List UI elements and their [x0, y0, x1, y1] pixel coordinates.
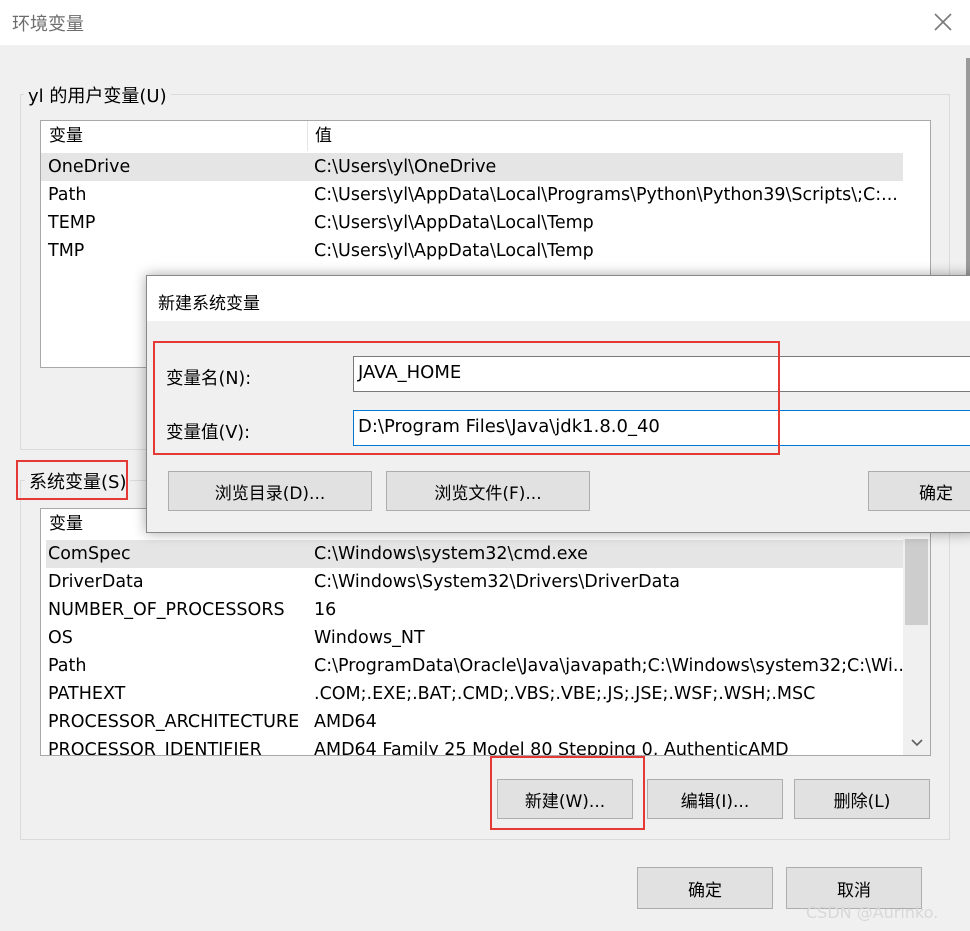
list-item[interactable]: ComSpec C:\Windows\system32\cmd.exe: [46, 540, 904, 568]
ok-button[interactable]: 确定: [637, 867, 773, 909]
list-item[interactable]: OneDrive C:\Users\yl\OneDrive: [41, 153, 903, 181]
var-name: DriverData: [48, 572, 144, 592]
var-value: 16: [314, 600, 337, 620]
close-icon[interactable]: [932, 11, 954, 33]
scrollbar-thumb[interactable]: [905, 539, 928, 625]
var-name: ComSpec: [48, 544, 131, 564]
watermark: CSDN @Aurinko.: [806, 903, 939, 922]
var-name: TMP: [48, 241, 85, 261]
var-value: AMD64: [314, 712, 377, 732]
window-title: 环境变量: [12, 14, 84, 35]
var-value: C:\Users\yl\AppData\Local\Temp: [314, 213, 594, 233]
dialog-title: 新建系统变量: [158, 294, 260, 314]
right-edge: [966, 58, 970, 308]
var-value: C:\Users\yl\OneDrive: [314, 157, 497, 177]
highlight-box-new-button: [490, 756, 645, 830]
list-item[interactable]: TEMP C:\Users\yl\AppData\Local\Temp: [41, 209, 903, 237]
column-header-name[interactable]: 变量: [49, 509, 83, 539]
list-item[interactable]: PROCESSOR_IDENTIFIER AMD64 Family 25 Mod…: [46, 736, 904, 756]
list-item[interactable]: PATHEXT .COM;.EXE;.BAT;.CMD;.VBS;.VBE;.J…: [46, 680, 904, 708]
chevron-down-icon[interactable]: [909, 735, 925, 749]
title-bar: [0, 0, 970, 45]
var-name: PATHEXT: [48, 684, 126, 704]
var-name: Path: [48, 185, 87, 205]
var-name: PROCESSOR_ARCHITECTURE: [48, 712, 300, 732]
list-item[interactable]: OS Windows_NT: [46, 624, 904, 652]
var-name: OneDrive: [48, 157, 131, 177]
var-value: .COM;.EXE;.BAT;.CMD;.VBS;.VBE;.JS;.JSE;.…: [314, 684, 816, 704]
var-value: Windows_NT: [314, 628, 425, 648]
dialog-ok-button[interactable]: 确定: [868, 471, 970, 511]
vertical-scrollbar[interactable]: [903, 539, 930, 755]
var-value: C:\Users\yl\AppData\Local\Temp: [314, 241, 594, 261]
new-variable-dialog: 新建系统变量 变量名(N): JAVA_HOME 变量值(V): D:\Prog…: [146, 275, 970, 533]
system-vars-list[interactable]: 变量 ComSpec C:\Windows\system32\cmd.exe D…: [40, 508, 931, 756]
var-value: C:\ProgramData\Oracle\Java\javapath;C:\W…: [314, 656, 910, 676]
edit-variable-button[interactable]: 编辑(I)...: [647, 779, 783, 819]
var-value: AMD64 Family 25 Model 80 Stepping 0, Aut…: [314, 740, 789, 756]
list-item[interactable]: TMP C:\Users\yl\AppData\Local\Temp: [41, 237, 903, 265]
highlight-box-inputs: [153, 341, 780, 455]
delete-variable-button[interactable]: 删除(L): [794, 779, 930, 819]
var-name: NUMBER_OF_PROCESSORS: [48, 600, 285, 620]
var-value: C:\Windows\System32\Drivers\DriverData: [314, 572, 680, 592]
var-name: TEMP: [48, 213, 96, 233]
list-item[interactable]: Path C:\Users\yl\AppData\Local\Programs\…: [41, 181, 903, 209]
var-value: C:\Windows\system32\cmd.exe: [314, 544, 588, 564]
browse-file-button[interactable]: 浏览文件(F)...: [386, 471, 590, 511]
browse-directory-button[interactable]: 浏览目录(D)...: [168, 471, 372, 511]
column-header-value[interactable]: 值: [315, 121, 332, 151]
list-item[interactable]: DriverData C:\Windows\System32\Drivers\D…: [46, 568, 904, 596]
list-item[interactable]: PROCESSOR_ARCHITECTURE AMD64: [46, 708, 904, 736]
highlight-box-system-title: [16, 460, 128, 500]
column-header-name[interactable]: 变量: [49, 121, 83, 151]
column-divider: [307, 121, 308, 151]
user-vars-group-title: yl 的用户变量(U): [24, 82, 171, 108]
dialog-title-bar: [147, 276, 970, 321]
var-value: C:\Users\yl\AppData\Local\Programs\Pytho…: [314, 185, 898, 205]
var-name: OS: [48, 628, 73, 648]
var-name: PROCESSOR_IDENTIFIER: [48, 740, 262, 756]
list-item[interactable]: Path C:\ProgramData\Oracle\Java\javapath…: [46, 652, 910, 680]
var-name: Path: [48, 656, 87, 676]
list-item[interactable]: NUMBER_OF_PROCESSORS 16: [46, 596, 904, 624]
